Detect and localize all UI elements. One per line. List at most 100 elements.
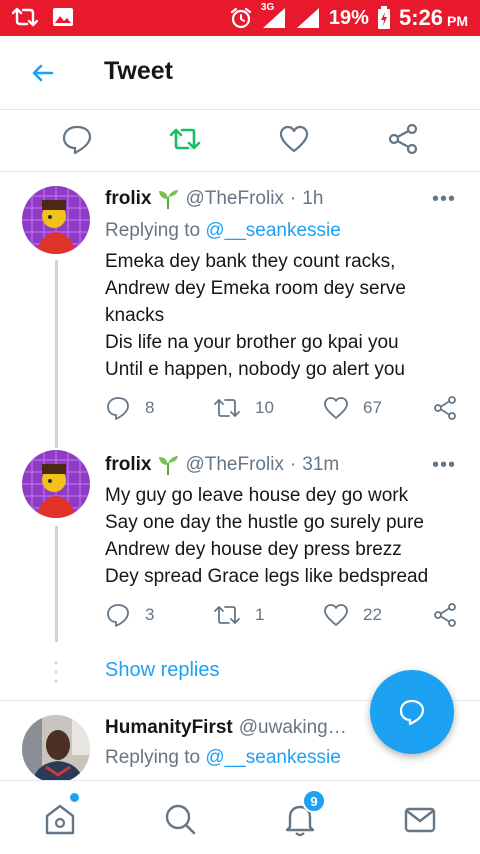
reply-button[interactable]: [60, 122, 94, 156]
home-icon: [45, 804, 75, 835]
avatar-image: [22, 450, 90, 518]
tweet-line: My guy go leave house dey go work: [105, 485, 409, 506]
status-bar: 3G 19% 5:26 PM: [0, 0, 480, 36]
like-count: 67: [363, 398, 382, 417]
clock-time: 5:26: [398, 5, 443, 30]
thread-line: [55, 440, 58, 448]
home-new-dot: [70, 793, 79, 802]
author-name[interactable]: frolix: [105, 188, 151, 210]
nav-home[interactable]: [40, 793, 80, 839]
tweet-line: Until e happen, nobody go alert you: [105, 359, 405, 380]
retweet-count: 10: [255, 398, 274, 417]
tweet-time: 1h: [302, 188, 324, 209]
like-count: 22: [363, 605, 382, 624]
avatar[interactable]: [22, 186, 90, 254]
retweet-icon: [214, 399, 240, 417]
tweet-line: Emeka dey bank they count racks,: [105, 251, 396, 272]
compose-reply-fab[interactable]: [370, 670, 454, 754]
tweet-stats: 3 1 22: [105, 602, 460, 630]
retweet-icon: [214, 606, 240, 624]
app-header: Tweet: [0, 36, 480, 110]
back-arrow-icon: [32, 64, 54, 82]
tweet-header: frolix @TheFrolix · 31m: [105, 454, 339, 476]
tweet-line: Andrew dey Emeka room dey serve: [105, 278, 406, 299]
tweet-header: frolix @TheFrolix · 1h: [105, 188, 323, 210]
retweet-stat-button[interactable]: 10: [213, 395, 274, 421]
author-handle[interactable]: @TheFrolix: [185, 454, 283, 476]
retweet-notification-icon: [12, 6, 38, 28]
tweet-line: Dis life na your brother go kpai you: [105, 332, 399, 353]
image-notification-icon: [52, 7, 74, 27]
battery-percent: 19%: [328, 6, 369, 29]
reply-stat-button[interactable]: 3: [105, 602, 154, 628]
signal-3g-icon: 3G: [261, 2, 287, 30]
tweet-line: knacks: [105, 305, 165, 326]
heart-icon: [324, 397, 348, 419]
show-replies-link[interactable]: Show replies: [105, 659, 220, 682]
share-icon: [388, 123, 418, 155]
author-handle[interactable]: @uwaking…: [239, 717, 347, 739]
clock-ampm: PM: [447, 12, 468, 29]
more-replies-dots-icon: [54, 661, 58, 683]
heart-icon: [324, 604, 348, 626]
share-button[interactable]: [386, 122, 420, 156]
author-name[interactable]: frolix: [105, 454, 151, 476]
reply-icon: [107, 397, 129, 420]
battery-charging-icon: [377, 6, 391, 30]
replying-to: Replying to @__seankessie: [105, 747, 341, 769]
tweet-line: Andrew dey house dey press brezz: [105, 539, 402, 560]
replying-to-label: Replying to: [105, 220, 201, 241]
separator-dot: ·: [289, 188, 297, 209]
replying-to: Replying to @__seankessie: [105, 220, 341, 242]
retweet-button[interactable]: [168, 122, 202, 156]
retweet-stat-button[interactable]: 1: [213, 602, 264, 628]
reply-icon: [107, 604, 129, 627]
tweet-time: 31m: [302, 454, 340, 475]
nav-messages[interactable]: [400, 799, 440, 839]
thread-line: [55, 526, 58, 642]
network-type: 3G: [260, 2, 275, 13]
mention-link[interactable]: @__seankessie: [205, 220, 340, 241]
nav-search[interactable]: [160, 799, 200, 839]
reply-stat-button[interactable]: 8: [105, 395, 154, 421]
share-stat-button[interactable]: [432, 602, 458, 628]
author-handle[interactable]: @TheFrolix: [185, 188, 283, 210]
alarm-icon: [229, 6, 253, 30]
reply-tweet[interactable]: frolix @TheFrolix · 31m ••• My guy go le…: [0, 440, 480, 650]
reply-tweet[interactable]: frolix @TheFrolix · 1h ••• Replying to @…: [0, 172, 480, 450]
search-icon: [165, 804, 196, 835]
nav-notifications[interactable]: 9: [280, 789, 326, 839]
avatar[interactable]: [22, 715, 90, 780]
notification-count-badge: 9: [302, 789, 326, 813]
replying-to-label: Replying to: [105, 747, 201, 768]
thread-line: [55, 260, 58, 442]
sprout-emoji-icon: [159, 456, 179, 475]
heart-icon: [279, 125, 309, 153]
more-options-button[interactable]: •••: [432, 454, 456, 477]
tweet-line: Dey spread Grace legs like bedspread: [105, 566, 429, 587]
tweet-stats: 8 10 67: [105, 395, 460, 423]
mail-icon: [404, 807, 436, 833]
reply-count: 3: [145, 605, 155, 624]
retweet-icon: [169, 128, 201, 150]
share-stat-button[interactable]: [432, 395, 458, 421]
reply-count: 8: [145, 398, 155, 417]
avatar-image: [22, 715, 90, 780]
share-icon: [434, 603, 456, 627]
more-options-button[interactable]: •••: [432, 188, 456, 211]
retweet-count: 1: [255, 605, 265, 624]
like-stat-button[interactable]: 22: [323, 602, 382, 628]
signal-icon: [295, 6, 321, 30]
tweet-action-bar: [0, 110, 480, 172]
like-stat-button[interactable]: 67: [323, 395, 382, 421]
share-icon: [434, 396, 456, 420]
avatar[interactable]: [22, 450, 90, 518]
tweet-text: Emeka dey bank they count racks, Andrew …: [105, 248, 460, 383]
separator-dot: ·: [289, 454, 297, 475]
reply-icon: [62, 125, 92, 155]
mention-link[interactable]: @__seankessie: [205, 747, 340, 768]
author-name[interactable]: HumanityFirst: [105, 717, 233, 739]
back-button[interactable]: [28, 58, 58, 88]
avatar-image: [22, 186, 90, 254]
like-button[interactable]: [277, 122, 311, 156]
